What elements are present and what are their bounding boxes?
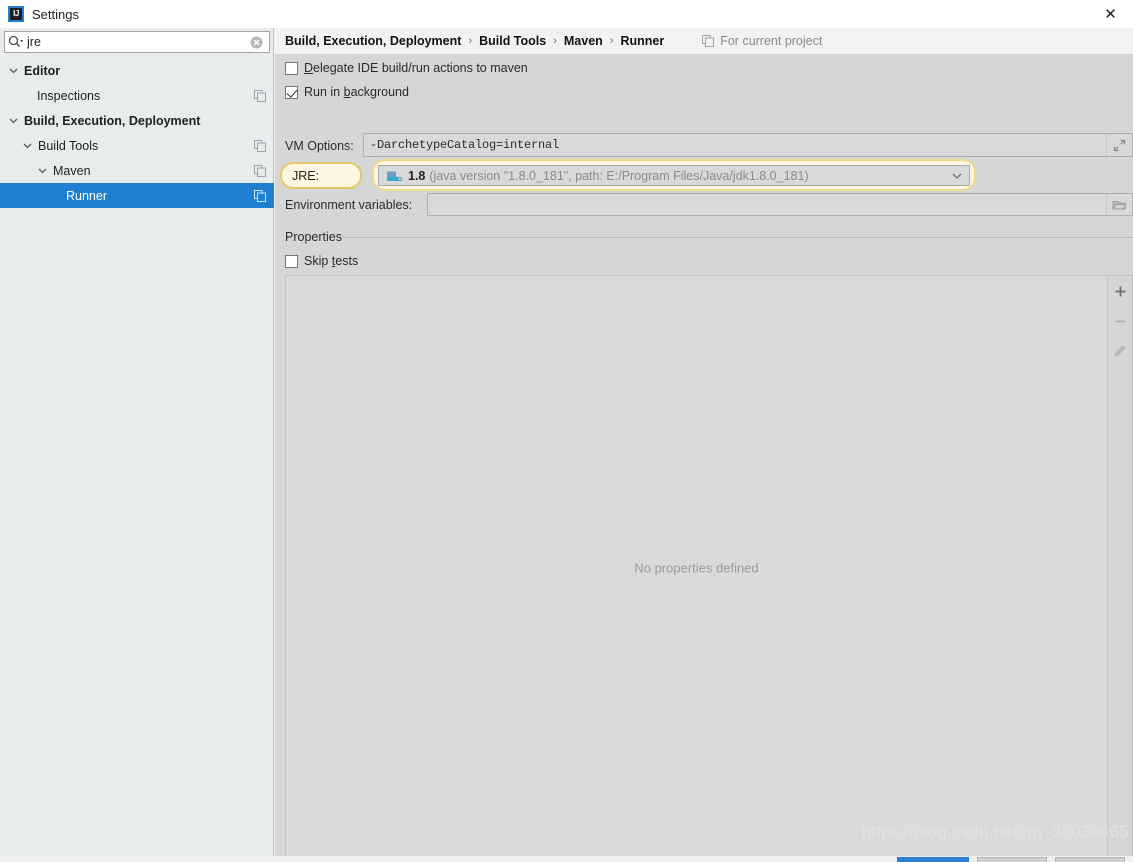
skip-tests-checkbox[interactable]: Skip tests	[285, 254, 358, 268]
copy-icon[interactable]	[254, 140, 266, 152]
window-title: Settings	[32, 7, 79, 22]
properties-group-rule	[341, 237, 1133, 238]
label-pre: Run in	[304, 85, 344, 99]
delegate-to-maven-checkbox[interactable]: Delegate IDE build/run actions to maven	[285, 61, 528, 75]
environment-variables-label: Environment variables:	[285, 198, 412, 212]
runner-settings-panel: Delegate IDE build/run actions to maven …	[275, 54, 1133, 862]
search-input[interactable]	[27, 33, 243, 51]
checkbox-box[interactable]	[285, 86, 298, 99]
breadcrumb-item-3[interactable]: Runner	[620, 34, 664, 48]
settings-content: Build, Execution, Deployment › Build Too…	[275, 28, 1133, 862]
settings-sidebar: Editor Inspections Build, Execution, Dep…	[0, 28, 274, 862]
properties-group-label: Properties	[285, 230, 348, 244]
copy-icon[interactable]	[254, 165, 266, 177]
add-property-button[interactable]	[1105, 276, 1133, 306]
label-rest: elegate IDE build/run actions to maven	[313, 61, 528, 75]
apply-button[interactable]	[1055, 857, 1125, 862]
sidebar-item-editor[interactable]: Editor	[0, 58, 274, 83]
jre-label: JRE:	[292, 169, 319, 183]
mnemonic-letter: D	[304, 61, 313, 75]
breadcrumb-item-0[interactable]: Build, Execution, Deployment	[285, 34, 461, 48]
settings-tree: Editor Inspections Build, Execution, Dep…	[0, 58, 274, 208]
window-titlebar: IJ Settings ✕	[0, 0, 1133, 28]
breadcrumb-separator: ›	[553, 35, 557, 47]
ok-button[interactable]	[897, 857, 969, 862]
jre-combobox[interactable]: 1.8 (java version "1.8.0_181", path: E:/…	[378, 165, 970, 186]
sidebar-item-label: Inspections	[37, 89, 100, 103]
project-scope-indicator: For current project	[702, 34, 822, 48]
breadcrumb-separator: ›	[468, 35, 472, 47]
sidebar-item-label: Build, Execution, Deployment	[24, 114, 200, 128]
jdk-icon	[386, 169, 402, 183]
delegate-to-maven-label: Delegate IDE build/run actions to maven	[304, 61, 528, 75]
sidebar-item-maven[interactable]: Maven	[0, 158, 274, 183]
sidebar-item-label: Runner	[66, 189, 107, 203]
sidebar-item-inspections[interactable]: Inspections	[0, 83, 274, 108]
breadcrumb: Build, Execution, Deployment › Build Too…	[275, 28, 1133, 54]
expand-icon[interactable]	[1106, 134, 1132, 156]
clear-icon[interactable]	[243, 32, 269, 52]
breadcrumb-item-2[interactable]: Maven	[564, 34, 603, 48]
search-icon[interactable]	[5, 32, 27, 52]
mnemonic-letter: b	[344, 85, 351, 99]
sidebar-item-build-tools[interactable]: Build Tools	[0, 133, 274, 158]
copy-icon[interactable]	[254, 190, 266, 202]
label-pre: Skip	[304, 254, 332, 268]
chevron-down-icon[interactable]	[945, 172, 969, 180]
cancel-button[interactable]	[977, 857, 1047, 862]
vm-options-field[interactable]: -DarchetypeCatalog=internal	[363, 133, 1133, 157]
project-scope-label: For current project	[720, 34, 822, 48]
search-field[interactable]	[4, 31, 270, 53]
run-in-background-checkbox[interactable]: Run in background	[285, 85, 409, 99]
properties-table[interactable]: No properties defined	[285, 275, 1108, 861]
chevron-down-icon[interactable]	[37, 165, 48, 176]
vm-options-label: VM Options:	[285, 139, 354, 153]
remove-property-button	[1105, 306, 1133, 336]
sidebar-item-label: Editor	[24, 64, 60, 78]
breadcrumb-item-1[interactable]: Build Tools	[479, 34, 546, 48]
watermark: https://blog.csdn.net/qq_38030465	[862, 822, 1129, 842]
edit-property-button	[1105, 336, 1133, 366]
label-rest: ackground	[351, 85, 409, 99]
sidebar-item-label: Maven	[53, 164, 91, 178]
environment-variables-field[interactable]	[427, 193, 1133, 216]
run-in-background-label: Run in background	[304, 85, 409, 99]
sidebar-item-label: Build Tools	[38, 139, 98, 153]
properties-empty-message: No properties defined	[286, 561, 1107, 576]
jre-description: (java version "1.8.0_181", path: E:/Prog…	[429, 169, 808, 183]
chevron-down-icon[interactable]	[8, 65, 19, 76]
sidebar-item-runner[interactable]: Runner	[0, 183, 274, 208]
label-rest: ests	[335, 254, 358, 268]
breadcrumb-separator: ›	[610, 35, 614, 47]
folder-icon[interactable]	[1106, 194, 1132, 215]
intellij-idea-icon: IJ	[8, 6, 24, 22]
copy-icon[interactable]	[254, 90, 266, 102]
checkbox-box[interactable]	[285, 255, 298, 268]
copy-icon	[702, 35, 714, 47]
chevron-down-icon[interactable]	[22, 140, 33, 151]
close-icon[interactable]: ✕	[1088, 0, 1133, 28]
checkbox-box[interactable]	[285, 62, 298, 75]
dialog-button-bar	[0, 856, 1133, 862]
chevron-down-icon[interactable]	[8, 115, 19, 126]
jre-value: 1.8	[408, 169, 425, 183]
jre-label-highlight: JRE:	[280, 162, 362, 189]
skip-tests-label: Skip tests	[304, 254, 358, 268]
vm-options-value: -DarchetypeCatalog=internal	[364, 138, 559, 152]
sidebar-item-build-execution-deployment[interactable]: Build, Execution, Deployment	[0, 108, 274, 133]
properties-toolbar	[1108, 275, 1133, 861]
